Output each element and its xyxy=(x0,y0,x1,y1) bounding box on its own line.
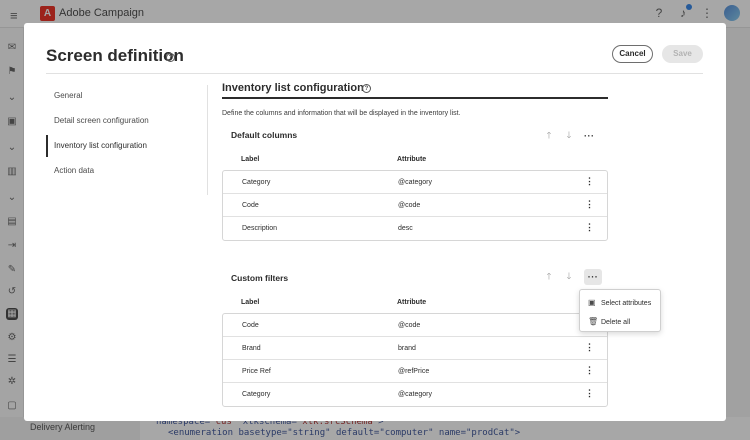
cell-label: Category xyxy=(242,391,271,398)
cell-label: Brand xyxy=(242,345,261,352)
dialog-title: Screen definition ? xyxy=(46,46,184,65)
save-button[interactable]: Save xyxy=(662,45,703,63)
cell-attribute: @code xyxy=(398,322,421,329)
screen-definition-dialog: Screen definition ? Cancel Save General … xyxy=(24,23,726,421)
cell-attribute: @category xyxy=(398,391,432,398)
custom-filters-title: Custom filters xyxy=(231,273,289,283)
default-columns-table: Category @category ⋮ Code @code ⋮ Descri… xyxy=(222,170,608,241)
nav-item-general[interactable]: General xyxy=(46,85,208,107)
cancel-button[interactable]: Cancel xyxy=(612,45,653,63)
panel-description: Define the columns and information that … xyxy=(222,110,461,117)
cell-label: Code xyxy=(242,202,259,209)
table-row: Category @category ⋮ xyxy=(223,171,607,194)
table-row: Category @category ⋮ xyxy=(223,383,607,406)
move-up-icon[interactable]: 🡑 xyxy=(544,128,554,144)
select-attributes-icon: ▣ xyxy=(588,298,596,307)
panel-title: Inventory list configuration ? xyxy=(222,82,371,94)
cell-attribute: brand xyxy=(398,345,416,352)
more-options-icon[interactable]: ··· xyxy=(584,269,602,285)
custom-filters-table: Code @code Brand brand ⋮ Price Ref @refP… xyxy=(222,313,608,407)
cell-label: Description xyxy=(242,225,278,232)
help-icon[interactable]: ? xyxy=(362,84,371,93)
cell-label: Category xyxy=(242,179,271,186)
column-header-attribute: Attribute xyxy=(397,156,427,163)
divider xyxy=(46,73,703,74)
menu-item-select-attributes[interactable]: ▣ Select attributes xyxy=(588,295,651,311)
help-icon[interactable]: ? xyxy=(166,53,175,62)
table-row: Code @code ⋮ xyxy=(223,194,607,217)
row-actions-icon[interactable]: ⋮ xyxy=(585,222,594,233)
row-actions-icon[interactable]: ⋮ xyxy=(585,365,594,376)
trash-icon: 🗑 xyxy=(588,317,599,326)
side-nav: General Detail screen configuration Inve… xyxy=(46,85,208,195)
panel-underline xyxy=(222,97,608,99)
row-actions-icon[interactable]: ⋮ xyxy=(585,176,594,187)
cell-label: Price Ref xyxy=(242,368,271,375)
move-down-icon[interactable]: 🡓 xyxy=(564,128,574,144)
table-row: Description desc ⋮ xyxy=(223,217,607,240)
column-header-attribute: Attribute xyxy=(397,299,427,306)
default-columns-actions: 🡑 🡓 ··· xyxy=(544,128,594,144)
table-row: Code @code xyxy=(223,314,607,337)
table-row: Price Ref @refPrice ⋮ xyxy=(223,360,607,383)
move-down-icon[interactable]: 🡓 xyxy=(564,269,574,285)
column-header-label: Label xyxy=(241,299,260,306)
move-up-icon[interactable]: 🡑 xyxy=(544,269,554,285)
menu-item-label: Delete all xyxy=(601,318,631,326)
row-actions-icon[interactable]: ⋮ xyxy=(585,199,594,210)
cell-attribute: desc xyxy=(398,225,413,232)
more-options-icon[interactable]: ··· xyxy=(584,131,594,141)
default-columns-title: Default columns xyxy=(231,130,298,140)
row-actions-icon[interactable]: ⋮ xyxy=(585,342,594,353)
column-header-label: Label xyxy=(241,156,260,163)
cell-attribute: @category xyxy=(398,179,432,186)
menu-item-label: Select attributes xyxy=(601,299,652,307)
nav-item-inventory-list-configuration[interactable]: Inventory list configuration xyxy=(46,135,208,157)
row-actions-icon[interactable]: ⋮ xyxy=(585,388,594,399)
nav-item-detail-screen-configuration[interactable]: Detail screen configuration xyxy=(46,110,208,132)
table-row: Brand brand ⋮ xyxy=(223,337,607,360)
menu-item-delete-all[interactable]: 🗑 Delete all xyxy=(588,314,630,330)
cell-attribute: @code xyxy=(398,202,421,209)
cell-attribute: @refPrice xyxy=(398,368,430,375)
cell-label: Code xyxy=(242,322,259,329)
nav-item-action-data[interactable]: Action data xyxy=(46,160,208,182)
custom-filters-actions: 🡑 🡓 ··· xyxy=(544,269,602,285)
more-options-menu: ▣ Select attributes 🗑 Delete all xyxy=(579,289,661,332)
